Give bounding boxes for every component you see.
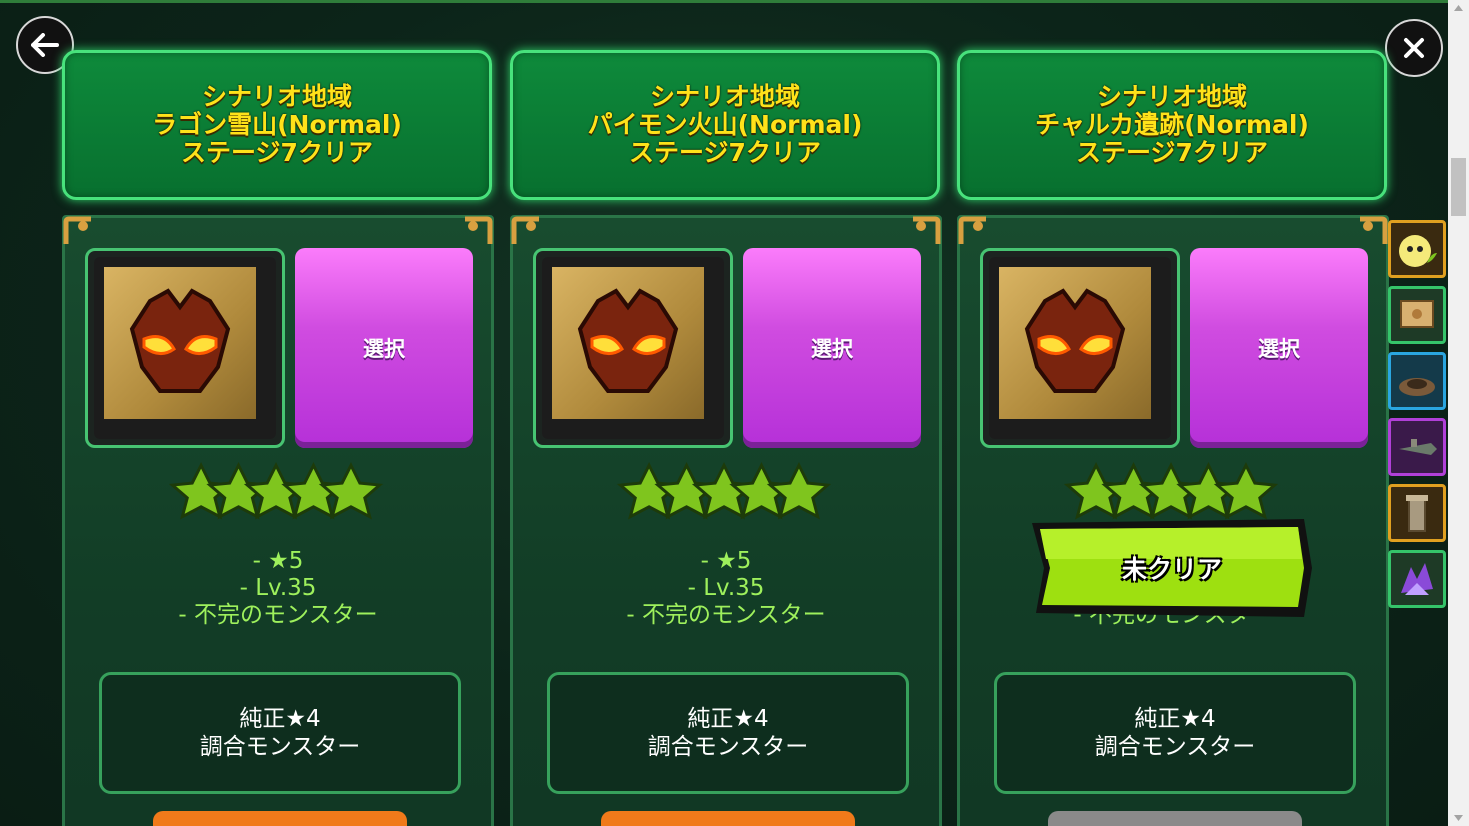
claim-button[interactable] [601,811,855,826]
monster-portrait[interactable] [980,248,1180,448]
reward-line: 純正★4 [1134,706,1216,732]
close-icon [1404,38,1424,58]
header-line: シナリオ地域 [649,82,800,111]
header-line: ラゴン雪山(Normal) [152,110,402,139]
corner-ornament-icon [958,216,986,244]
uncleared-label: 未クリア [1121,555,1222,584]
uncleared-banner: 未クリア [1032,519,1312,617]
reward-line: 純正★4 [239,706,321,732]
corner-ornament-icon [511,216,539,244]
star-rating [616,462,832,520]
reward-line: 調合モンスター [1094,734,1256,760]
map-scroll-icon[interactable] [1388,286,1446,344]
star-rating [168,462,384,520]
reward-line: 調合モンスター [647,734,809,760]
conditions: - ★5 - Lv.35 - 不完のモンスター [65,548,491,629]
condition-line: - Lv.35 [239,575,317,601]
scroll-up-arrow-icon[interactable] [1448,0,1469,16]
monster-portrait[interactable] [533,248,733,448]
header-line: ステージ7クリア [629,138,821,167]
unknown-monster-mask-icon [999,267,1151,419]
header-line: ステージ7クリア [1076,138,1268,167]
select-button[interactable]: 選択 [743,248,921,448]
condition-line: - Lv.35 [687,575,765,601]
reward-box: 純正★4 調合モンスター [994,672,1356,794]
select-label: 選択 [1258,337,1300,361]
reward-box: 純正★4 調合モンスター [99,672,461,794]
corner-ornament-icon [1360,216,1388,244]
scroll-thumb[interactable] [1451,158,1466,216]
header-line: シナリオ地域 [201,82,352,111]
header-line: パイモン火山(Normal) [587,110,863,139]
corner-ornament-icon [63,216,91,244]
header-line: ステージ7クリア [181,138,373,167]
tower-icon[interactable] [1388,484,1446,542]
monster-portrait[interactable] [85,248,285,448]
condition-line: - 不完のモンスター [178,602,378,628]
corner-ornament-icon [465,216,493,244]
mission-panel-2: 選択 - ★5 - Lv.35 - 不完のモンスター 純正★4 調合モンスター [510,215,942,826]
select-label: 選択 [363,337,405,361]
conditions: - ★5 - Lv.35 - 不完のモンスター [513,548,939,629]
mission-header-2: シナリオ地域 パイモン火山(Normal) ステージ7クリア [510,50,940,200]
corner-ornament-icon [913,216,941,244]
header-line: シナリオ地域 [1096,82,1247,111]
mission-header-1: シナリオ地域 ラゴン雪山(Normal) ステージ7クリア [62,50,492,200]
header-line: チャルカ遺跡(Normal) [1035,110,1309,139]
dragon-icon[interactable] [1388,550,1446,608]
select-button[interactable]: 選択 [295,248,473,448]
monster-sprout-icon[interactable] [1388,220,1446,278]
scroll-down-arrow-icon[interactable] [1448,810,1469,826]
reward-line: 純正★4 [687,706,769,732]
claim-button[interactable] [153,811,407,826]
condition-line: - ★5 [700,548,752,574]
star-rating [1063,462,1279,520]
reward-box: 純正★4 調合モンスター [547,672,909,794]
select-button[interactable]: 選択 [1190,248,1368,448]
airship-icon[interactable] [1388,418,1446,476]
page-scrollbar[interactable] [1448,0,1469,826]
condition-line: - 不完のモンスター [626,602,826,628]
unknown-monster-mask-icon [104,267,256,419]
unknown-monster-mask-icon [552,267,704,419]
mission-screen: シナリオ地域 ラゴン雪山(Normal) ステージ7クリア 選択 - ★5 - … [0,3,1448,826]
arrow-left-icon [31,33,59,57]
claim-button-disabled [1048,811,1302,826]
close-button[interactable] [1385,19,1443,77]
reward-line: 調合モンスター [199,734,361,760]
mission-header-3: シナリオ地域 チャルカ遺跡(Normal) ステージ7クリア [957,50,1387,200]
condition-line: - ★5 [252,548,304,574]
nest-icon[interactable] [1388,352,1446,410]
mission-panel-1: 選択 - ★5 - Lv.35 - 不完のモンスター 純正★4 調合モンスター [62,215,494,826]
select-label: 選択 [811,337,853,361]
